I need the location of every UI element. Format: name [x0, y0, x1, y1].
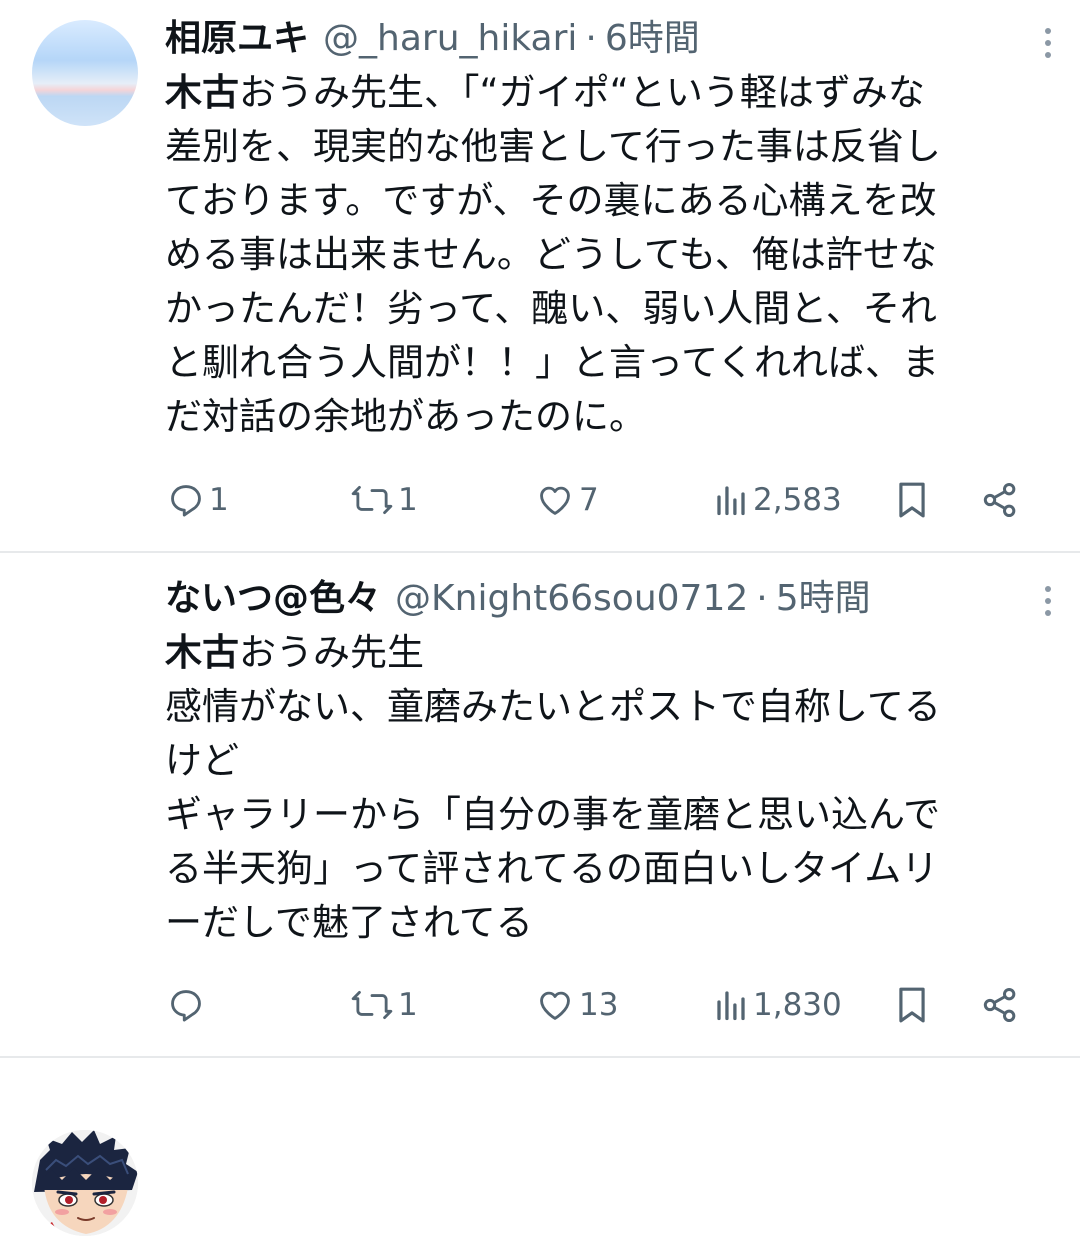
reply-count: 1: [209, 482, 229, 518]
separator: ·: [756, 578, 768, 619]
like-button[interactable]: 7: [535, 470, 599, 530]
like-count: 13: [579, 987, 619, 1023]
user-handle[interactable]: @Knight66sou0712: [395, 574, 748, 624]
avatar[interactable]: [32, 1130, 138, 1236]
views-button[interactable]: 1,830: [713, 975, 842, 1035]
share-button[interactable]: [980, 975, 1020, 1035]
tweet-content: ないつ@色々 @Knight66sou0712 · 5時間 木古おうみ先生 感情…: [165, 574, 1050, 950]
timestamp[interactable]: 6時間: [605, 14, 700, 64]
tweet-header: 相原ユキ @_haru_hikari · 6時間: [165, 14, 1050, 64]
mention-link[interactable]: 木古: [165, 631, 239, 674]
user-handle[interactable]: @_haru_hikari: [323, 14, 577, 64]
tweet-content: 相原ユキ @_haru_hikari · 6時間 木古おうみ先生、「“ガイポ“と…: [165, 14, 1050, 444]
anime-character-icon: [32, 1130, 138, 1236]
views-count: 1,830: [753, 987, 842, 1023]
bookmark-button[interactable]: [893, 975, 931, 1035]
more-icon[interactable]: [1040, 586, 1056, 616]
bookmark-icon: [899, 482, 925, 518]
action-bar: 1 1 7 2,583: [165, 470, 1050, 530]
avatar[interactable]: [32, 20, 138, 126]
share-icon: [983, 988, 1016, 1022]
reply-button[interactable]: 1: [167, 470, 229, 530]
timeline-feed: 相原ユキ @_haru_hikari · 6時間 木古おうみ先生、「“ガイポ“と…: [0, 0, 1080, 1236]
separator: ·: [585, 18, 597, 59]
retweet-count: 1: [398, 482, 418, 518]
reply-button[interactable]: [167, 975, 209, 1035]
retweet-button[interactable]: 1: [350, 470, 418, 530]
views-button[interactable]: 2,583: [713, 470, 842, 530]
retweet-button[interactable]: 1: [350, 975, 418, 1035]
heart-icon: [540, 486, 570, 515]
tweet-body-text: おうみ先生、「“ガイポ“という軽はずみな 差別を、現実的な他害として行った事は反…: [165, 71, 941, 438]
retweet-icon: [351, 486, 393, 514]
avatar-column: [0, 0, 165, 552]
timestamp[interactable]: 5時間: [776, 574, 871, 624]
views-icon: [717, 486, 745, 516]
like-count: 7: [579, 482, 599, 518]
tweet-text: 木古おうみ先生 感情がない、童磨みたいとポストで自称してる けど ギャラリーから…: [165, 626, 1050, 950]
reply-icon: [171, 485, 201, 517]
tweet-text: 木古おうみ先生、「“ガイポ“という軽はずみな 差別を、現実的な他害として行った事…: [165, 66, 1050, 444]
like-button[interactable]: 13: [535, 975, 618, 1035]
retweet-count: 1: [398, 987, 418, 1023]
more-icon[interactable]: [1040, 28, 1056, 58]
tweet-body-text: おうみ先生 感情がない、童磨みたいとポストで自称してる けど ギャラリーから「自…: [165, 631, 941, 944]
views-count: 2,583: [753, 482, 842, 518]
retweet-icon: [351, 991, 393, 1019]
mention-link[interactable]: 木古: [165, 71, 239, 114]
share-button[interactable]: [980, 470, 1020, 530]
bookmark-icon: [899, 987, 925, 1023]
tweet-header: ないつ@色々 @Knight66sou0712 · 5時間: [165, 574, 1050, 624]
bookmark-button[interactable]: [893, 470, 931, 530]
reply-icon: [171, 990, 201, 1022]
display-name[interactable]: ないつ@色々: [165, 574, 381, 624]
heart-icon: [540, 991, 570, 1020]
views-icon: [717, 991, 745, 1021]
display-name[interactable]: 相原ユキ: [165, 14, 309, 64]
avatar-column: [0, 552, 165, 1236]
share-icon: [983, 483, 1016, 517]
action-bar: 1 13 1,830: [165, 975, 1050, 1035]
